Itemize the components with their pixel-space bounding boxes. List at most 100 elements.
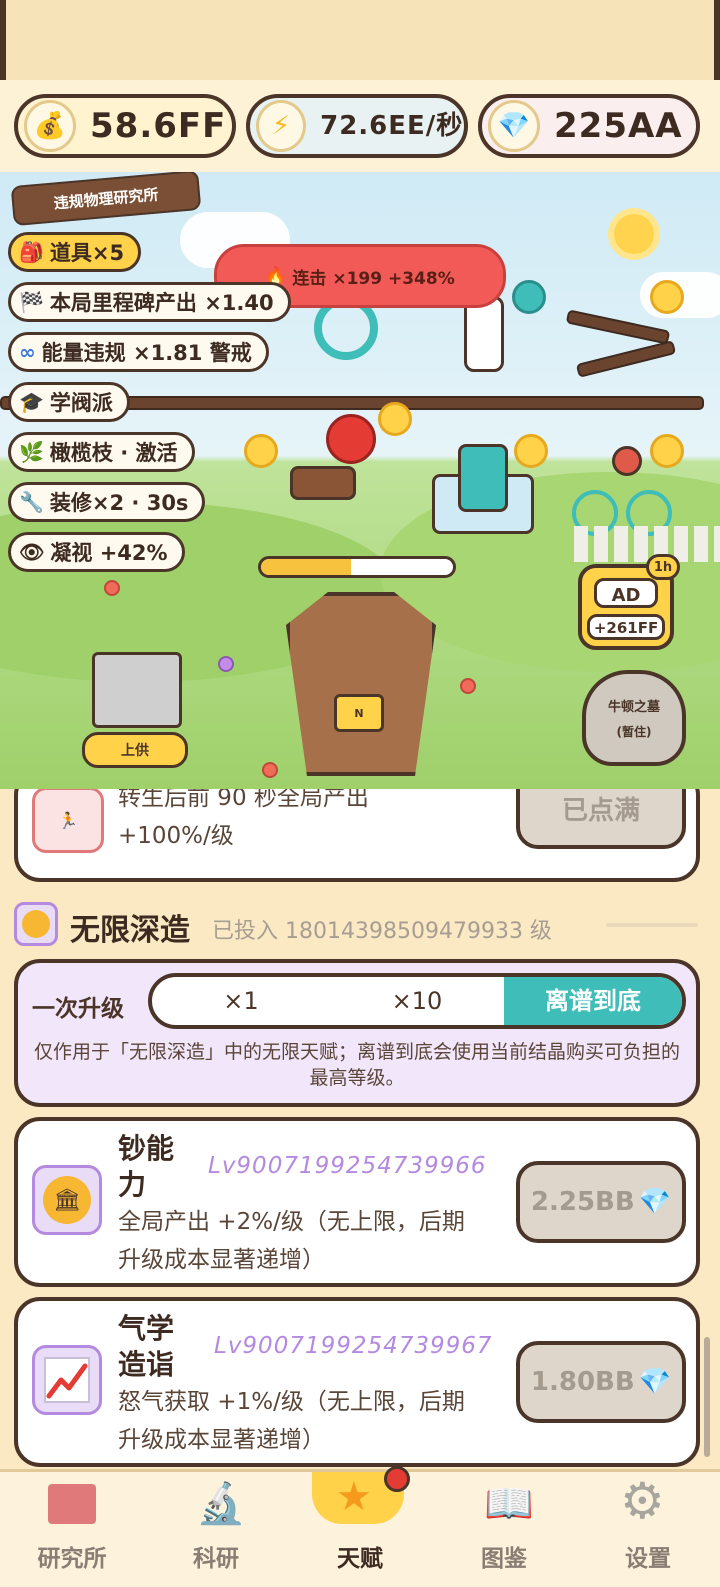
tab-lab[interactable]: 研究所 <box>0 1472 144 1587</box>
runner-icon: 🏃 <box>32 789 104 853</box>
talent-card: 气学 造诣 Lv9007199254739967 怒气获取 +1%/级（无上限，… <box>14 1297 700 1467</box>
coin-icon[interactable] <box>514 434 548 468</box>
notification-dot <box>384 1466 410 1492</box>
talent-level: Lv9007199254739966 <box>208 1153 487 1179</box>
tab-research[interactable]: 🔬 科研 <box>144 1472 288 1587</box>
talent-list[interactable]: 🏃 转生后前 90 秒全局产出 +100%/级 已点满 无限深造 已投入 180… <box>0 789 720 1469</box>
tab-label: 设置 <box>625 1546 671 1572</box>
factory-icon <box>48 1484 96 1524</box>
backpack-icon: 🎒 <box>19 240 44 264</box>
coins-pill[interactable]: 💰 58.6FF <box>14 94 236 158</box>
tab-label: 天赋 <box>337 1546 383 1572</box>
buff-energy-violation[interactable]: ∞ 能量违规 ×1.81 警戒 <box>8 332 269 372</box>
coin-icon[interactable] <box>244 434 278 468</box>
upgrade-mode-note: 仅作用于「无限深造」中的无限天赋；离谱到底会使用当前结晶购买可负担的最高等级。 <box>33 1041 680 1089</box>
ad-reward-value: +261FF <box>587 614 665 640</box>
mode-max-option[interactable]: 离谱到底 <box>504 977 682 1025</box>
book-icon: 📖 <box>484 1481 534 1527</box>
talent-title-line2: 力 <box>118 1168 147 1201</box>
talent-upgrade-button[interactable]: 2.25BB 💎 <box>516 1161 686 1243</box>
microscope-icon: 🔬 <box>196 1481 246 1527</box>
gems-pill[interactable]: 💎 225AA <box>478 94 700 158</box>
lightning-icon: ⚡ <box>256 100 307 152</box>
talent-title: 钞能 <box>118 1132 175 1165</box>
scrollbar[interactable] <box>704 1337 710 1457</box>
cost-value: 1.80BB <box>530 1367 635 1397</box>
cannon-icon <box>290 466 356 500</box>
energy-pill[interactable]: ⚡ 72.6EE/秒 <box>246 94 468 158</box>
atm-icon <box>458 444 508 512</box>
cyclist-icon <box>612 446 642 476</box>
offer-button[interactable]: 上供 <box>82 732 188 768</box>
coffin-progress-bar <box>258 556 456 578</box>
talent-desc: 怒气获取 +1%/级（无上限，后期 <box>118 1389 465 1415</box>
lab-name-plaque: 违规物理研究所 <box>10 172 202 227</box>
buff-gaze[interactable]: 👁 凝视 +42% <box>8 532 185 572</box>
coin-icon[interactable] <box>378 402 412 436</box>
ad-duration-badge: 1h <box>646 554 680 580</box>
teal-coin-icon[interactable] <box>512 280 546 314</box>
section-invested: 已投入 18014398509479933 级 <box>212 919 552 944</box>
upgrade-mode-card: 一次升级 ×1 ×10 离谱到底 仅作用于「无限深造」中的无限天赋；离谱到底会使… <box>14 959 700 1107</box>
tab-settings[interactable]: ⚙ 设置 <box>576 1472 720 1587</box>
section-title: 无限深造 <box>70 913 190 948</box>
buff-label: 本局里程碑产出 ×1.40 <box>49 291 274 315</box>
mode-x1-option[interactable]: ×1 <box>152 977 330 1025</box>
flower-icon <box>460 678 476 694</box>
buff-faction[interactable]: 🎓 学阀派 <box>8 382 130 422</box>
talent-card-partial: 🏃 转生后前 90 秒全局产出 +100%/级 已点满 <box>14 789 700 882</box>
buff-label: 学阀派 <box>49 391 113 415</box>
buff-milestone[interactable]: 🏁 本局里程碑产出 ×1.40 <box>8 282 291 322</box>
maxed-button[interactable]: 已点满 <box>516 789 686 849</box>
resource-bar: 💰 58.6FF ⚡ 72.6EE/秒 💎 225AA <box>0 80 720 175</box>
sun-icon <box>614 214 654 254</box>
coin-icon[interactable] <box>650 434 684 468</box>
section-header: 无限深造 已投入 18014398509479933 级 <box>14 899 704 949</box>
ad-reward-box[interactable]: 1h AD +261FF <box>578 554 680 650</box>
coins-value: 58.6FF <box>90 106 227 146</box>
apple-icon <box>326 414 376 464</box>
combo-text: 连击 ×199 +348% <box>292 268 455 289</box>
wrench-icon: 🔧 <box>19 490 44 514</box>
coin-icon[interactable] <box>650 280 684 314</box>
buff-items[interactable]: 🎒 道具×5 <box>8 232 142 272</box>
mode-x10-option[interactable]: ×10 <box>330 977 504 1025</box>
talent-title-line2: 造诣 <box>118 1348 175 1381</box>
talent-desc: +100%/级 <box>118 823 234 849</box>
flower-icon <box>262 762 278 778</box>
gems-value: 225AA <box>554 106 683 146</box>
offering-altar[interactable] <box>92 652 182 728</box>
star-icon: ★ <box>336 1474 372 1520</box>
tab-talent[interactable]: ★ 天赋 <box>288 1466 432 1587</box>
game-scene[interactable]: 违规物理研究所 🔥 连击 ×199 +348% 🎒 道具×5 🏁 本局里程碑产出 ×… <box>0 172 720 789</box>
tab-label: 图鉴 <box>481 1546 527 1572</box>
tab-label: 科研 <box>193 1546 239 1572</box>
coin-badge-icon <box>14 902 58 946</box>
gear-icon: ⚙ <box>620 1472 665 1530</box>
newton-tomb[interactable]: 牛顿之墓 (暂住) <box>582 670 686 766</box>
buff-label: 橄榄枝 · 激活 <box>49 441 178 465</box>
progress-fill <box>261 559 352 575</box>
infinity-icon: ∞ <box>19 340 36 364</box>
tomb-title: 牛顿之墓 <box>607 700 660 715</box>
energy-value: 72.6EE/秒 <box>320 111 464 141</box>
olive-branch-icon: 🌿 <box>19 440 44 464</box>
buff-olive-branch[interactable]: 🌿 橄榄枝 · 激活 <box>8 432 195 472</box>
rising-chart-icon <box>32 1345 102 1415</box>
fence <box>574 526 720 562</box>
bank-coin-icon: 🏛 <box>32 1165 102 1235</box>
coffin-chest[interactable] <box>286 592 436 776</box>
talent-upgrade-button[interactable]: 1.80BB 💎 <box>516 1341 686 1423</box>
bottom-tab-bar: 研究所 🔬 科研 ★ 天赋 📖 图鉴 ⚙ 设置 <box>0 1466 720 1587</box>
buff-renovation[interactable]: 🔧 装修×2 · 30s <box>8 482 206 522</box>
top-frame <box>0 0 720 80</box>
diamond-icon: 💎 <box>638 1187 672 1217</box>
ad-label: AD <box>594 578 658 608</box>
talent-desc: 全局产出 +2%/级（无上限，后期 <box>118 1209 465 1235</box>
talent-title: 气学 <box>118 1312 175 1345</box>
upgrade-mode-toggle: ×1 ×10 离谱到底 <box>148 973 686 1029</box>
tab-codex[interactable]: 📖 图鉴 <box>432 1472 576 1587</box>
buff-label: 能量违规 ×1.81 警戒 <box>41 341 252 365</box>
section-divider <box>606 923 698 927</box>
talent-desc: 升级成本显著递增） <box>118 1247 325 1273</box>
